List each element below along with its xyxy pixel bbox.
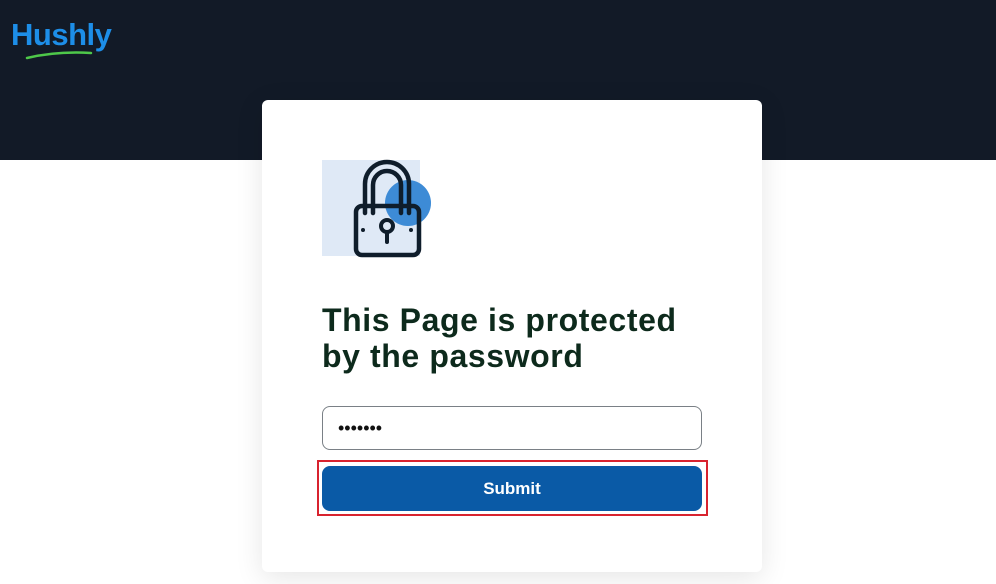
submit-button[interactable]: Submit	[322, 466, 702, 511]
password-card: This Page is protected by the password S…	[262, 100, 762, 572]
password-input[interactable]	[322, 406, 702, 450]
logo-text: Hushly	[11, 17, 112, 52]
protected-page-heading: This Page is protected by the password	[322, 302, 677, 374]
logo-swoosh-icon	[25, 51, 93, 60]
hushly-logo[interactable]: Hushly	[11, 16, 127, 64]
lock-icon	[322, 158, 438, 262]
